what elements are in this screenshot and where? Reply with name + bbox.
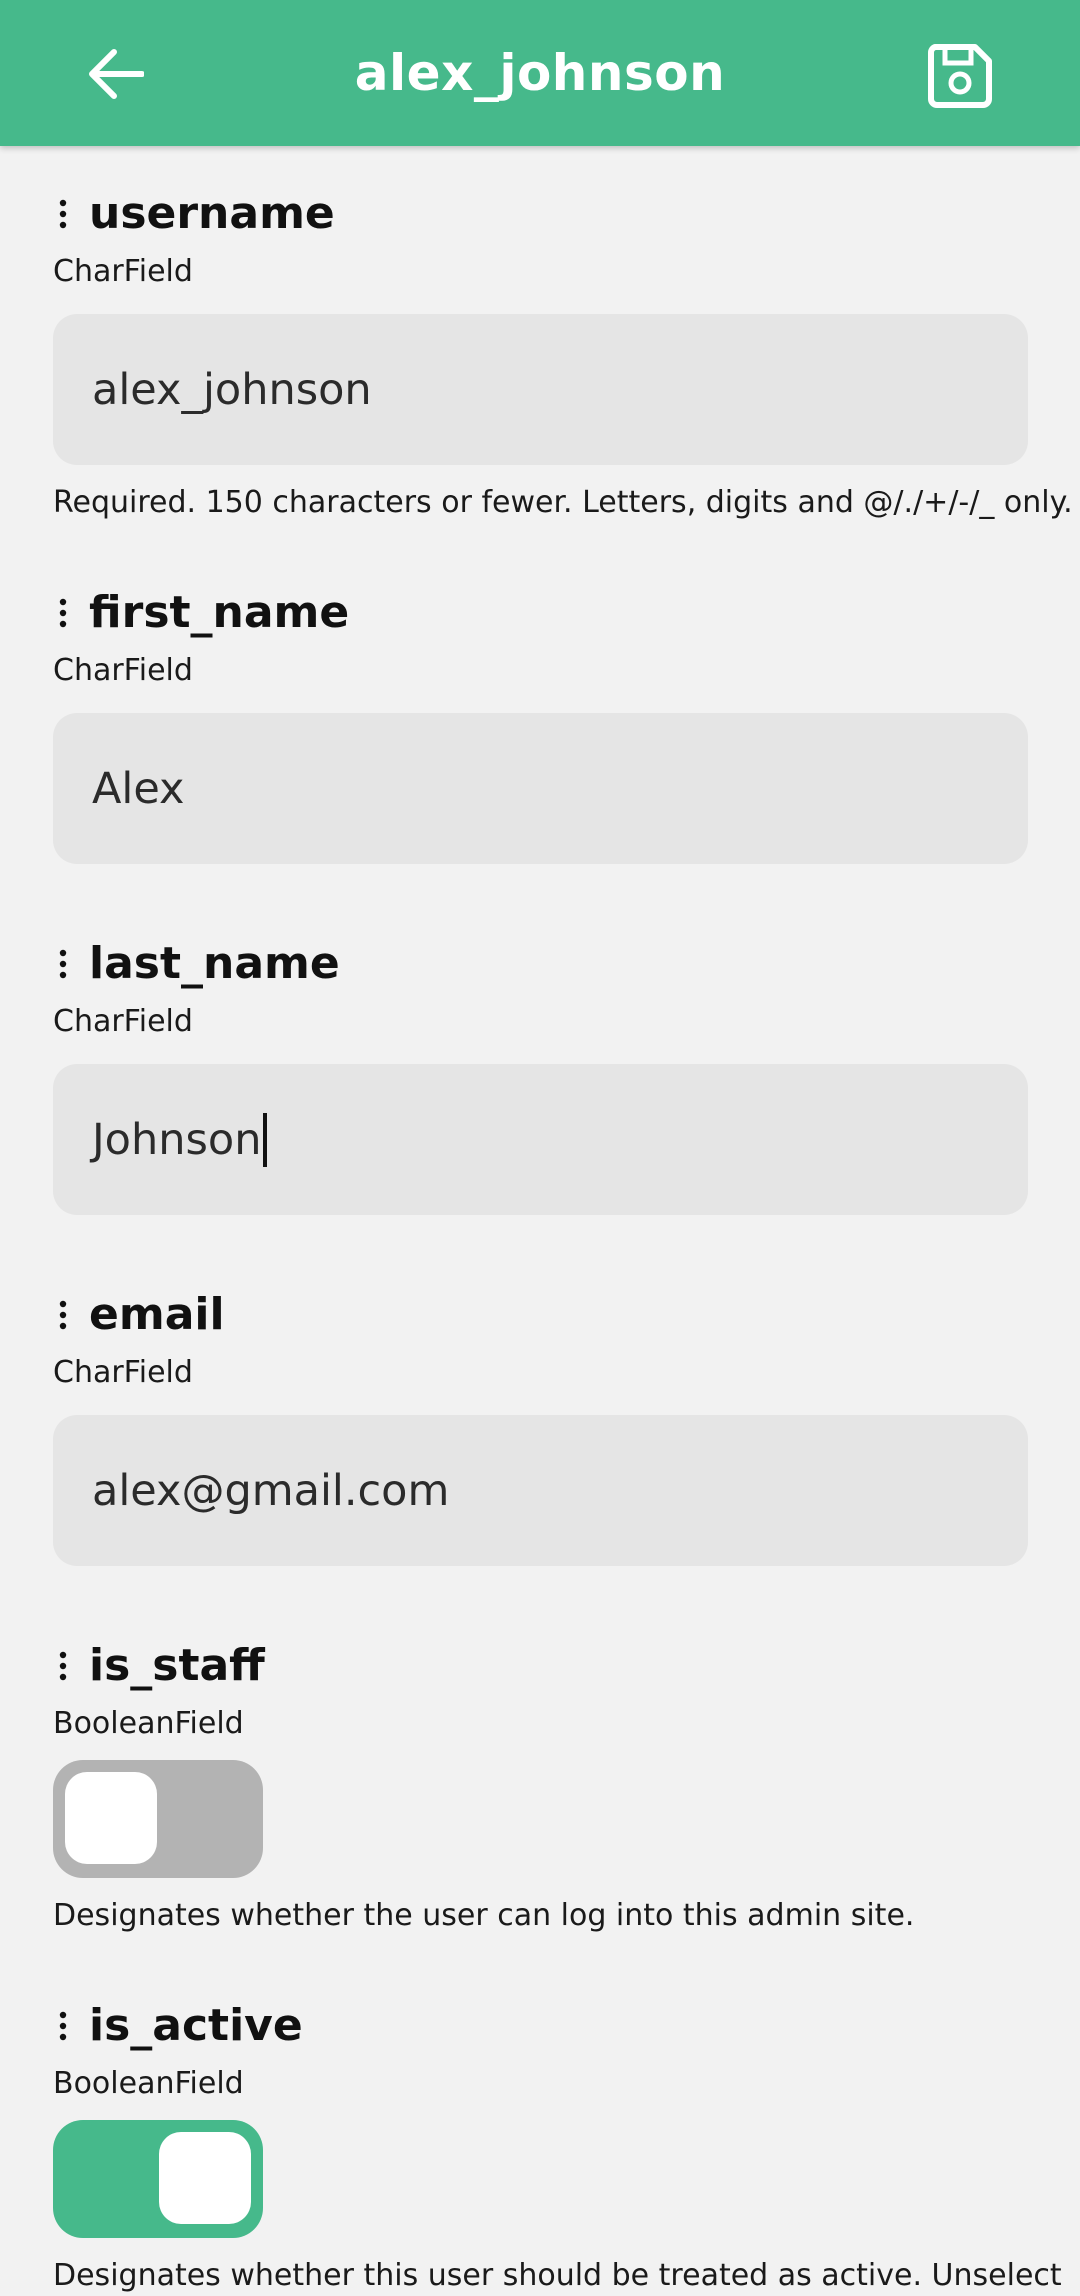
field-label: username — [89, 188, 335, 239]
field-label: is_active — [89, 2000, 303, 2051]
text-cursor — [263, 1112, 268, 1167]
field-type: BooleanField — [53, 1706, 244, 1741]
field-type: CharField — [53, 254, 193, 289]
field-type: CharField — [53, 653, 193, 688]
is-staff-toggle[interactable] — [53, 1760, 263, 1878]
field-label: is_staff — [89, 1640, 265, 1691]
username-input[interactable]: alex_johnson — [53, 314, 1028, 465]
input-value: alex@gmail.com — [92, 1465, 450, 1516]
field-type: BooleanField — [53, 2066, 244, 2101]
save-button[interactable] — [918, 36, 1002, 116]
toggle-knob — [65, 1772, 157, 1864]
help-text: Required. 150 characters or fewer. Lette… — [53, 485, 1073, 520]
form: username CharField alex_johnson Required… — [0, 146, 1080, 2296]
input-value: Johnson — [92, 1114, 262, 1165]
email-input[interactable]: alex@gmail.com — [53, 1415, 1028, 1566]
drag-handle-icon[interactable] — [49, 1646, 77, 1686]
field-label: last_name — [89, 938, 340, 989]
field-is-staff: is_staff BooleanField Designates whether… — [53, 1634, 1028, 1936]
last-name-input[interactable]: Johnson — [53, 1064, 1028, 1215]
field-label: email — [89, 1289, 225, 1340]
field-last-name: last_name CharField Johnson — [53, 932, 1028, 1215]
drag-handle-icon[interactable] — [49, 1295, 77, 1335]
help-text: Designates whether the user can log into… — [53, 1898, 915, 1933]
help-text: Designates whether this user should be t… — [53, 2258, 1062, 2293]
input-value: Alex — [92, 763, 185, 814]
drag-handle-icon[interactable] — [49, 593, 77, 633]
field-first-name: first_name CharField Alex — [53, 581, 1028, 864]
input-value: alex_johnson — [92, 364, 372, 415]
field-label: first_name — [89, 587, 350, 638]
drag-handle-icon[interactable] — [49, 194, 77, 234]
toggle-knob — [159, 2132, 251, 2224]
drag-handle-icon[interactable] — [49, 944, 77, 984]
app-bar: alex_johnson — [0, 0, 1080, 146]
floppy-disk-icon — [928, 44, 992, 108]
is-active-toggle[interactable] — [53, 2120, 263, 2238]
field-type: CharField — [53, 1004, 193, 1039]
drag-handle-icon[interactable] — [49, 2006, 77, 2046]
field-type: CharField — [53, 1355, 193, 1390]
first-name-input[interactable]: Alex — [53, 713, 1028, 864]
field-is-active: is_active BooleanField Designates whethe… — [53, 1994, 1062, 2296]
field-username: username CharField alex_johnson Required… — [53, 182, 1073, 523]
field-email: email CharField alex@gmail.com — [53, 1283, 1028, 1566]
